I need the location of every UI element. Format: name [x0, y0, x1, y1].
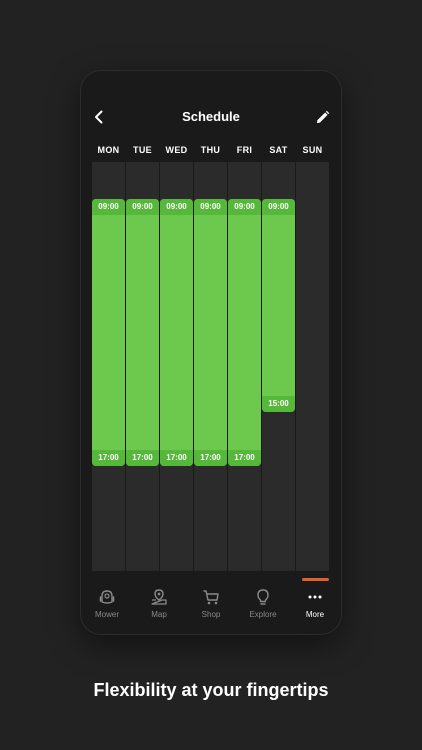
- day-label-sat: SAT: [269, 145, 288, 155]
- end-time: 17:00: [160, 450, 193, 466]
- nav-label: Map: [151, 610, 167, 619]
- start-time: 09:00: [92, 199, 125, 215]
- nav-label: More: [305, 610, 325, 619]
- schedule-grid: 09:00 17:00 09:00 17:00 09:00 17:00 09:0…: [92, 162, 330, 571]
- weekday-header: MON TUE WED THU FRI SAT SUN: [92, 145, 330, 159]
- schedule-block-mon[interactable]: 09:00 17:00: [92, 199, 125, 466]
- day-label-thu: THU: [200, 145, 221, 155]
- mower-icon: [99, 590, 115, 604]
- schedule-block-tue[interactable]: 09:00 17:00: [126, 199, 159, 466]
- phone-screen: Schedule MON TUE WED THU FRI SAT SUN 09:…: [81, 71, 341, 634]
- start-time: 09:00: [126, 199, 159, 215]
- edit-button[interactable]: [310, 105, 334, 129]
- schedule-block-thu[interactable]: 09:00 17:00: [194, 199, 227, 466]
- tagline: Flexibility at your fingertips: [93, 680, 329, 700]
- day-column-sat[interactable]: 09:00 15:00: [262, 162, 295, 571]
- nav-item-mower[interactable]: Mower: [81, 581, 133, 634]
- schedule-block-wed[interactable]: 09:00 17:00: [160, 199, 193, 466]
- day-label-wed: WED: [165, 145, 188, 155]
- cart-icon: [203, 590, 219, 605]
- nav-label: Explore: [249, 610, 277, 619]
- start-time: 09:00: [262, 199, 295, 215]
- day-label-fri: FRI: [236, 145, 253, 155]
- end-time: 17:00: [194, 450, 227, 466]
- bottom-nav: Mower Map Shop Explore More: [81, 581, 341, 634]
- day-column-thu[interactable]: 09:00 17:00: [194, 162, 227, 571]
- map-icon: [151, 589, 167, 605]
- lightbulb-icon: [257, 589, 269, 605]
- more-dots-icon: [308, 595, 322, 599]
- day-label-mon: MON: [97, 145, 120, 155]
- nav-item-map[interactable]: Map: [133, 581, 185, 634]
- start-time: 09:00: [228, 199, 261, 215]
- start-time: 09:00: [160, 199, 193, 215]
- day-column-sun[interactable]: [296, 162, 329, 571]
- nav-label: Mower: [94, 610, 119, 619]
- schedule-block-sat[interactable]: 09:00 15:00: [262, 199, 295, 412]
- nav-label: Shop: [201, 610, 221, 619]
- day-label-tue: TUE: [133, 145, 152, 155]
- end-time: 15:00: [262, 396, 295, 412]
- end-time: 17:00: [92, 450, 125, 466]
- end-time: 17:00: [228, 450, 261, 466]
- day-column-fri[interactable]: 09:00 17:00: [228, 162, 261, 571]
- nav-item-explore[interactable]: Explore: [237, 581, 289, 634]
- nav-item-shop[interactable]: Shop: [185, 581, 237, 634]
- day-column-mon[interactable]: 09:00 17:00: [92, 162, 125, 571]
- start-time: 09:00: [194, 199, 227, 215]
- day-column-tue[interactable]: 09:00 17:00: [126, 162, 159, 571]
- page-title: Schedule: [182, 109, 240, 124]
- schedule-block-fri[interactable]: 09:00 17:00: [228, 199, 261, 466]
- day-column-wed[interactable]: 09:00 17:00: [160, 162, 193, 571]
- end-time: 17:00: [126, 450, 159, 466]
- day-label-sun: SUN: [302, 145, 323, 155]
- pencil-icon: [316, 110, 329, 123]
- nav-item-more[interactable]: More: [289, 581, 341, 634]
